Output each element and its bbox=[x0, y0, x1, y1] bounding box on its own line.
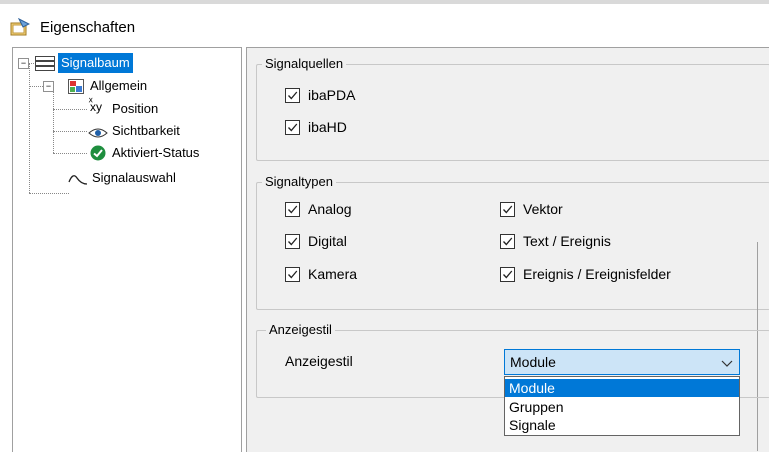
properties-icon bbox=[10, 17, 31, 36]
checkbox-box[interactable] bbox=[285, 120, 300, 135]
checkbox-label: Ereignis / Ereignisfelder bbox=[523, 266, 671, 282]
chevron-down-icon[interactable] bbox=[721, 356, 733, 371]
tree-item-label: Signalbaum bbox=[58, 53, 133, 73]
checkbox-box[interactable] bbox=[500, 234, 515, 249]
checkbox-label: Kamera bbox=[308, 266, 358, 282]
tree-item-label: Aktiviert-Status bbox=[112, 145, 200, 160]
tree-root-collapse-toggle[interactable]: − bbox=[18, 58, 29, 69]
checkbox-label: Text / Ereignis bbox=[523, 233, 611, 249]
anzeigestil-field-label: Anzeigestil bbox=[285, 353, 353, 369]
tree-item-signalbaum[interactable]: Signalbaum bbox=[35, 53, 155, 73]
dropdown-option-signale[interactable]: Signale bbox=[505, 416, 739, 434]
group-title-signalquellen: Signalquellen bbox=[262, 56, 347, 71]
tree-pane[interactable]: − Signalbaum − Allgemein ᕽ x͏y Position bbox=[12, 47, 242, 452]
checkbox-label: ibaHD bbox=[308, 119, 347, 135]
tree-item-label: Allgemein bbox=[90, 78, 148, 93]
dropdown-option-gruppen[interactable]: Gruppen bbox=[505, 398, 739, 416]
checkbox-box[interactable] bbox=[500, 202, 515, 217]
tree-item-label: Position bbox=[112, 101, 159, 116]
window-title: Eigenschaften bbox=[40, 19, 136, 36]
tree-general-collapse-toggle[interactable]: − bbox=[43, 81, 54, 92]
checkbox-box[interactable] bbox=[285, 202, 300, 217]
checkbox-box[interactable] bbox=[285, 267, 300, 282]
signal-wave-icon bbox=[68, 172, 88, 192]
tree-root-icon bbox=[35, 56, 55, 77]
title-bar: Eigenschaften bbox=[0, 4, 769, 44]
eye-icon bbox=[88, 125, 108, 145]
anzeigestil-select[interactable]: Module bbox=[504, 349, 740, 375]
checkbox-label: Vektor bbox=[523, 201, 563, 217]
checkbox-box[interactable] bbox=[500, 267, 515, 282]
tree-item-aktiviert-status[interactable]: Aktiviert-Status bbox=[88, 143, 238, 163]
anzeigestil-dropdown-list[interactable]: Module Gruppen Signale bbox=[504, 376, 740, 436]
checkbox-box[interactable] bbox=[285, 234, 300, 249]
group-title-anzeigestil: Anzeigestil bbox=[266, 322, 335, 337]
checkbox-label: ibaPDA bbox=[308, 87, 356, 103]
checkbox-label: Analog bbox=[308, 201, 352, 217]
checkbox-box[interactable] bbox=[285, 88, 300, 103]
tree-item-sichtbarkeit[interactable]: Sichtbarkeit bbox=[88, 121, 228, 141]
group-signalquellen bbox=[256, 64, 769, 161]
check-circle-icon bbox=[90, 145, 106, 167]
general-settings-icon bbox=[68, 79, 84, 100]
tree-item-label: Signalauswahl bbox=[92, 170, 176, 185]
anzeigestil-selected-value: Module bbox=[510, 354, 556, 370]
tree-item-signalauswahl[interactable]: Signalauswahl bbox=[68, 168, 218, 188]
xy-position-glyph: x͏y bbox=[90, 100, 102, 114]
checkbox-label: Digital bbox=[308, 233, 347, 249]
group-title-signaltypen: Signaltypen bbox=[262, 174, 336, 189]
tree-item-allgemein[interactable]: Allgemein bbox=[68, 76, 188, 96]
dropdown-option-module[interactable]: Module bbox=[505, 379, 739, 397]
tree-item-label: Sichtbarkeit bbox=[112, 123, 180, 138]
tree-item-position[interactable]: ᕽ x͏y Position bbox=[88, 98, 208, 119]
